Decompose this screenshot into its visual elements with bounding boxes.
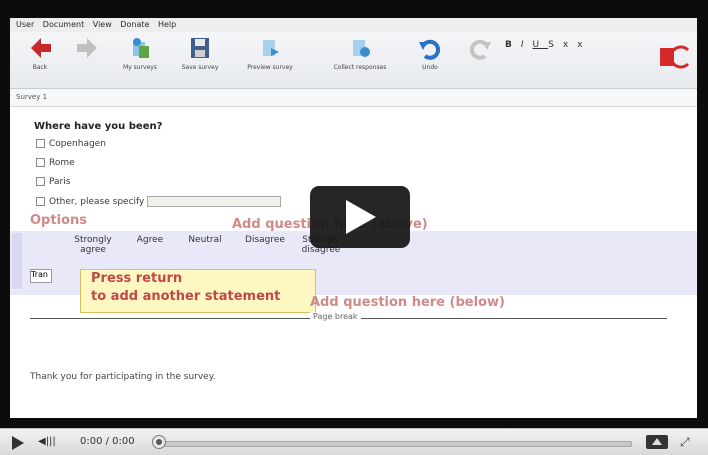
bottom-black-bar [0, 418, 708, 428]
option-label: Rome [49, 158, 75, 168]
tooltip-line-1: Press return [91, 271, 183, 286]
video-frame: User Document View Donate Help Back My s… [0, 0, 708, 455]
italic-icon[interactable]: I [521, 40, 533, 50]
logo-icon [660, 40, 690, 70]
hint-tooltip: Press return to add another statement [80, 269, 316, 313]
option-paris[interactable]: Paris [36, 177, 70, 187]
menu-bar: User Document View Donate Help [10, 18, 697, 32]
back-label: Back [32, 64, 48, 71]
video-content: User Document View Donate Help Back My s… [10, 18, 697, 418]
collect-responses-label: Collect responses [333, 64, 387, 71]
fullscreen-icon[interactable]: ⤢ [680, 435, 690, 450]
option-copenhagen[interactable]: Copenhagen [36, 139, 106, 149]
subscript-icon[interactable]: x [563, 40, 577, 50]
logo-glyph-icon [660, 45, 690, 69]
menu-help[interactable]: Help [158, 20, 176, 29]
undo-icon [419, 39, 441, 60]
collect-responses-icon [353, 40, 370, 57]
checkbox[interactable] [36, 158, 45, 167]
play-icon [346, 200, 376, 234]
save-survey-label: Save survey [181, 64, 219, 71]
preview-icon [263, 40, 279, 56]
options-label: Options [30, 213, 87, 228]
collect-responses-button[interactable]: Collect responses [330, 36, 390, 71]
statement-input[interactable]: Tran [30, 269, 52, 283]
seek-knob[interactable] [152, 435, 166, 449]
specify-input[interactable] [147, 196, 282, 207]
play-button-icon[interactable] [12, 436, 24, 450]
question-title[interactable]: Where have you been? [34, 121, 162, 132]
option-label: Paris [49, 177, 71, 187]
underline-icon[interactable]: U [533, 40, 549, 50]
menu-user[interactable]: User [16, 20, 34, 29]
option-label: Copenhagen [49, 139, 106, 149]
my-surveys-button[interactable]: My surveys [110, 36, 170, 71]
checkbox[interactable] [36, 139, 45, 148]
play-overlay-button[interactable] [310, 186, 410, 248]
my-surveys-label: My surveys [123, 64, 157, 71]
redo-icon [469, 39, 491, 60]
back-arrow-icon [31, 38, 51, 58]
tooltip-line-2: to add another statement [91, 289, 281, 304]
menu-donate[interactable]: Donate [120, 20, 149, 29]
page-break-label: Page break [310, 312, 361, 321]
redo-button[interactable] [450, 36, 510, 64]
option-label: Other, please specify [49, 197, 145, 207]
my-surveys-icon [133, 38, 149, 58]
left-black-bar [0, 18, 10, 418]
time-display: 0:00 / 0:00 [80, 436, 135, 447]
col-strongly-agree: Strongly agree [74, 235, 112, 255]
save-icon [191, 38, 209, 58]
forward-arrow-icon [77, 38, 97, 58]
bold-icon[interactable]: B [505, 40, 521, 50]
format-buttons: BIUSxx [505, 40, 592, 50]
right-black-bar [697, 18, 708, 418]
checkbox[interactable] [36, 197, 45, 206]
menu-document[interactable]: Document [43, 20, 84, 29]
preview-survey-label: Preview survey [247, 64, 293, 71]
matrix-row-controls[interactable] [12, 233, 22, 289]
superscript-icon[interactable]: x [577, 40, 591, 50]
option-rome[interactable]: Rome [36, 158, 75, 168]
player-controls: ◀||| 0:00 / 0:00 ⤢ [0, 428, 708, 455]
col-neutral: Neutral [188, 235, 222, 245]
thanks-text[interactable]: Thank you for participating in the surve… [30, 372, 216, 382]
col-agree: Agree [136, 235, 164, 245]
add-question-below[interactable]: Add question here (below) [310, 295, 505, 310]
screen-mode-icon[interactable] [646, 435, 668, 449]
top-black-bar [0, 0, 708, 18]
option-other[interactable]: Other, please specify [36, 196, 282, 207]
undo-label: Undo [422, 64, 438, 71]
save-survey-button[interactable]: Save survey [170, 36, 230, 71]
preview-survey-button[interactable]: Preview survey [240, 36, 300, 71]
checkbox[interactable] [36, 177, 45, 186]
toolbar: Back My surveys Save survey Preview surv… [10, 32, 697, 89]
seek-bar[interactable] [160, 441, 632, 447]
strike-icon[interactable]: S [548, 40, 563, 50]
volume-icon[interactable]: ◀||| [38, 436, 56, 447]
menu-view[interactable]: View [93, 20, 112, 29]
col-disagree: Disagree [245, 235, 285, 245]
tab-survey-1[interactable]: Survey 1 [16, 93, 47, 101]
forward-button[interactable] [58, 36, 118, 64]
survey-canvas: Where have you been? Copenhagen Rome Par… [10, 107, 697, 418]
tab-bar: Survey 1 [10, 89, 697, 107]
